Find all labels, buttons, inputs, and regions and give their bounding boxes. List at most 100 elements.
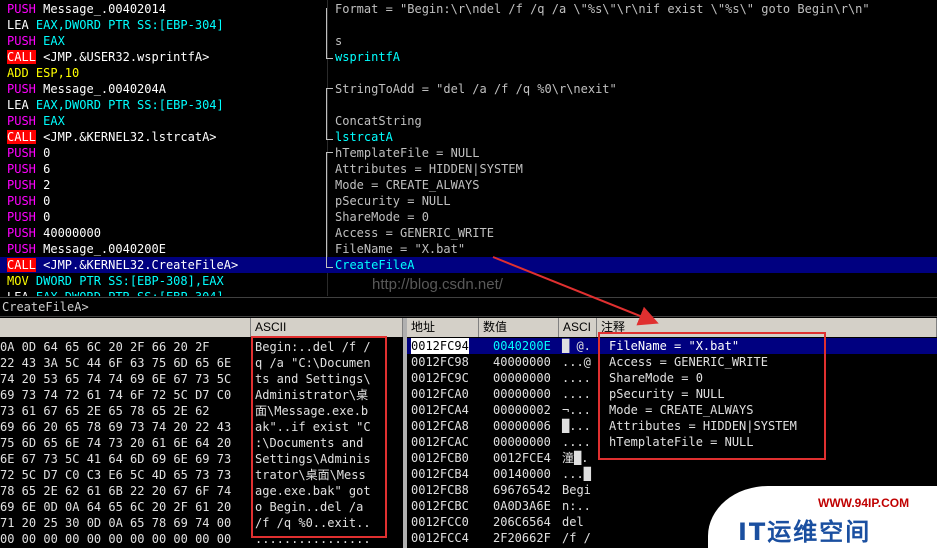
stack-row[interactable]: 0012FCB4 00140000 ...█ (407, 466, 937, 482)
instruction-comment: CreateFileA (335, 258, 415, 272)
instruction-comment: pSecurity = NULL (335, 194, 451, 208)
disasm-row[interactable]: PUSH Message_.0040200E FileName = "X.bat" (0, 241, 937, 257)
stack-address: 0012FCA0 (411, 387, 469, 401)
stack-ascii: ...@ (562, 355, 591, 369)
stack-value: 0012FCE4 (493, 451, 551, 465)
dump-hex-bytes: 72 5C D7 C0 C3 E6 5C 4D 65 73 73 (0, 468, 232, 482)
dump-hex-bytes: 6E 67 73 5C 41 64 6D 69 6E 69 73 (0, 452, 232, 466)
instruction-part: ADD ESP,10 (7, 66, 80, 80)
logo-url: WWW.94IP.COM (818, 496, 910, 510)
stack-address: 0012FC94 (411, 338, 469, 354)
instruction-comment: ShareMode = 0 (335, 210, 429, 224)
stack-value: 00000006 (493, 419, 551, 433)
stack-value: 00000002 (493, 403, 551, 417)
stack-value: 0A0D3A6E (493, 499, 551, 513)
instruction-part: Message_.0040204A (35, 82, 166, 96)
instruction-part: 0 (35, 194, 51, 208)
stack-ascii-header-label: ASCI (563, 320, 592, 334)
instruction-part: PUSH (7, 146, 36, 160)
stack-value: 00000000 (493, 371, 551, 385)
dump-hex-bytes: 0A 0D 64 65 6C 20 2F 66 20 2F (0, 340, 210, 354)
stack-value: 00140000 (493, 467, 551, 481)
instruction: PUSH EAX (7, 113, 65, 129)
stack-addr-header[interactable]: 地址 (407, 318, 479, 337)
stack-ascii: n:.. (562, 499, 591, 513)
disasm-row[interactable]: LEA EAX,DWORD PTR SS:[EBP-304] (0, 97, 937, 113)
instruction-part: PUSH (7, 114, 36, 128)
instruction: PUSH 0 (7, 145, 50, 161)
instruction-part: EAX (35, 34, 65, 48)
instruction-part: 40000000 (35, 226, 101, 240)
instruction-part: EAX,DWORD PTR SS:[EBP-304] (35, 98, 224, 112)
csdn-watermark: http://blog.csdn.net/ (372, 276, 503, 293)
disasm-row[interactable]: PUSH 0 hTemplateFile = NULL (0, 145, 937, 161)
instruction-part: PUSH (7, 34, 36, 48)
dump-hex-bytes: 69 6E 0D 0A 64 65 6C 20 2F 61 20 (0, 500, 232, 514)
disasm-row[interactable]: PUSH 40000000 Access = GENERIC_WRITE (0, 225, 937, 241)
instruction-comment: wsprintfA (335, 50, 401, 64)
stack-ascii: ¬... (562, 403, 591, 417)
instruction-part: LEA (7, 18, 36, 32)
instruction-comment: lstrcatA (335, 130, 393, 144)
disasm-row[interactable]: CALL <JMP.&KERNEL32.CreateFileA> CreateFi… (0, 257, 937, 273)
instruction-comment: hTemplateFile = NULL (335, 146, 480, 160)
stack-address: 0012FCAC (411, 435, 469, 449)
instruction-part: PUSH (7, 2, 36, 16)
instruction-part: PUSH (7, 226, 36, 240)
instruction-part: EAX (35, 114, 65, 128)
stack-address: 0012FCC4 (411, 531, 469, 545)
dump-ascii-header-label: ASCII (255, 320, 287, 334)
stack-address: 0012FCBC (411, 499, 469, 513)
dump-hex-bytes: 69 66 20 65 78 69 73 74 20 22 43 (0, 420, 232, 434)
stack-value: 2F20662F (493, 531, 551, 545)
instruction: ADD ESP,10 (7, 65, 79, 81)
disasm-row[interactable]: PUSH 2 Mode = CREATE_ALWAYS (0, 177, 937, 193)
disasm-row[interactable]: PUSH 0 ShareMode = 0 (0, 209, 937, 225)
instruction: PUSH Message_.0040200E (7, 241, 166, 257)
disasm-row[interactable]: PUSH 0 pSecurity = NULL (0, 193, 937, 209)
instruction: PUSH 2 (7, 177, 50, 193)
stack-value-header[interactable]: 数值 (479, 318, 559, 337)
stack-address: 0012FC9C (411, 371, 469, 385)
dump-hex-header[interactable] (0, 318, 251, 337)
disasm-row[interactable]: CALL <JMP.&KERNEL32.lstrcatA> lstrcatA (0, 129, 937, 145)
instruction-part: <JMP.&USER32.wsprintfA> (35, 50, 210, 64)
instruction-part: PUSH (7, 178, 36, 192)
stack-value: 00000000 (493, 387, 551, 401)
dump-hex-bytes: 75 6D 65 6E 74 73 20 61 6E 64 20 (0, 436, 232, 450)
disasm-row[interactable]: PUSH Message_.0040204A StringToAdd = "del… (0, 81, 937, 97)
disasm-row[interactable]: LEA EAX,DWORD PTR SS:[EBP-304] (0, 17, 937, 33)
instruction-part: 0 (35, 210, 51, 224)
disassembly-pane[interactable]: PUSH Message_.00402014 Format = "Begin:\r… (0, 0, 937, 296)
instruction-comment: ConcatString (335, 114, 422, 128)
instruction-part: PUSH (7, 210, 36, 224)
stack-value: 0040200E (493, 339, 551, 353)
instruction: PUSH 0 (7, 209, 50, 225)
args-bracket-lstrcat (326, 88, 333, 140)
disasm-row[interactable]: PUSH EAX ConcatString (0, 113, 937, 129)
disasm-row[interactable]: PUSH 6 Attributes = HIDDEN|SYSTEM (0, 161, 937, 177)
stack-args-highlight-box (598, 332, 826, 460)
instruction: MOV DWORD PTR SS:[EBP-308],EAX (7, 273, 224, 289)
disasm-row[interactable]: PUSH EAX s (0, 33, 937, 49)
disasm-row[interactable]: PUSH Message_.00402014 Format = "Begin:\r… (0, 1, 937, 17)
stack-address: 0012FCB8 (411, 483, 469, 497)
args-bracket-createfile (326, 152, 333, 268)
disasm-row[interactable]: ADD ESP,10 (0, 65, 937, 81)
stack-value: 40000000 (493, 355, 551, 369)
stack-ascii: █ @. (562, 339, 591, 353)
instruction-part: DWORD PTR SS:[EBP-308],EAX (35, 274, 224, 288)
stack-ascii: █... (562, 419, 591, 433)
stack-ascii-header[interactable]: ASCI (559, 318, 597, 337)
dump-ascii-header[interactable]: ASCII (251, 318, 403, 337)
instruction: LEA EAX,DWORD PTR SS:[EBP-304] (7, 289, 224, 296)
stack-ascii: /f / (562, 531, 591, 545)
dump-hex-bytes: 00 00 00 00 00 00 00 00 00 00 00 (0, 532, 232, 546)
instruction-part: CALL (7, 50, 36, 64)
instruction: PUSH 0 (7, 193, 50, 209)
instruction-part: PUSH (7, 82, 36, 96)
disasm-row[interactable]: CALL <JMP.&USER32.wsprintfA> wsprintfA (0, 49, 937, 65)
instruction-part: PUSH (7, 194, 36, 208)
stack-ascii: .... (562, 387, 591, 401)
instruction-part: 0 (35, 146, 51, 160)
